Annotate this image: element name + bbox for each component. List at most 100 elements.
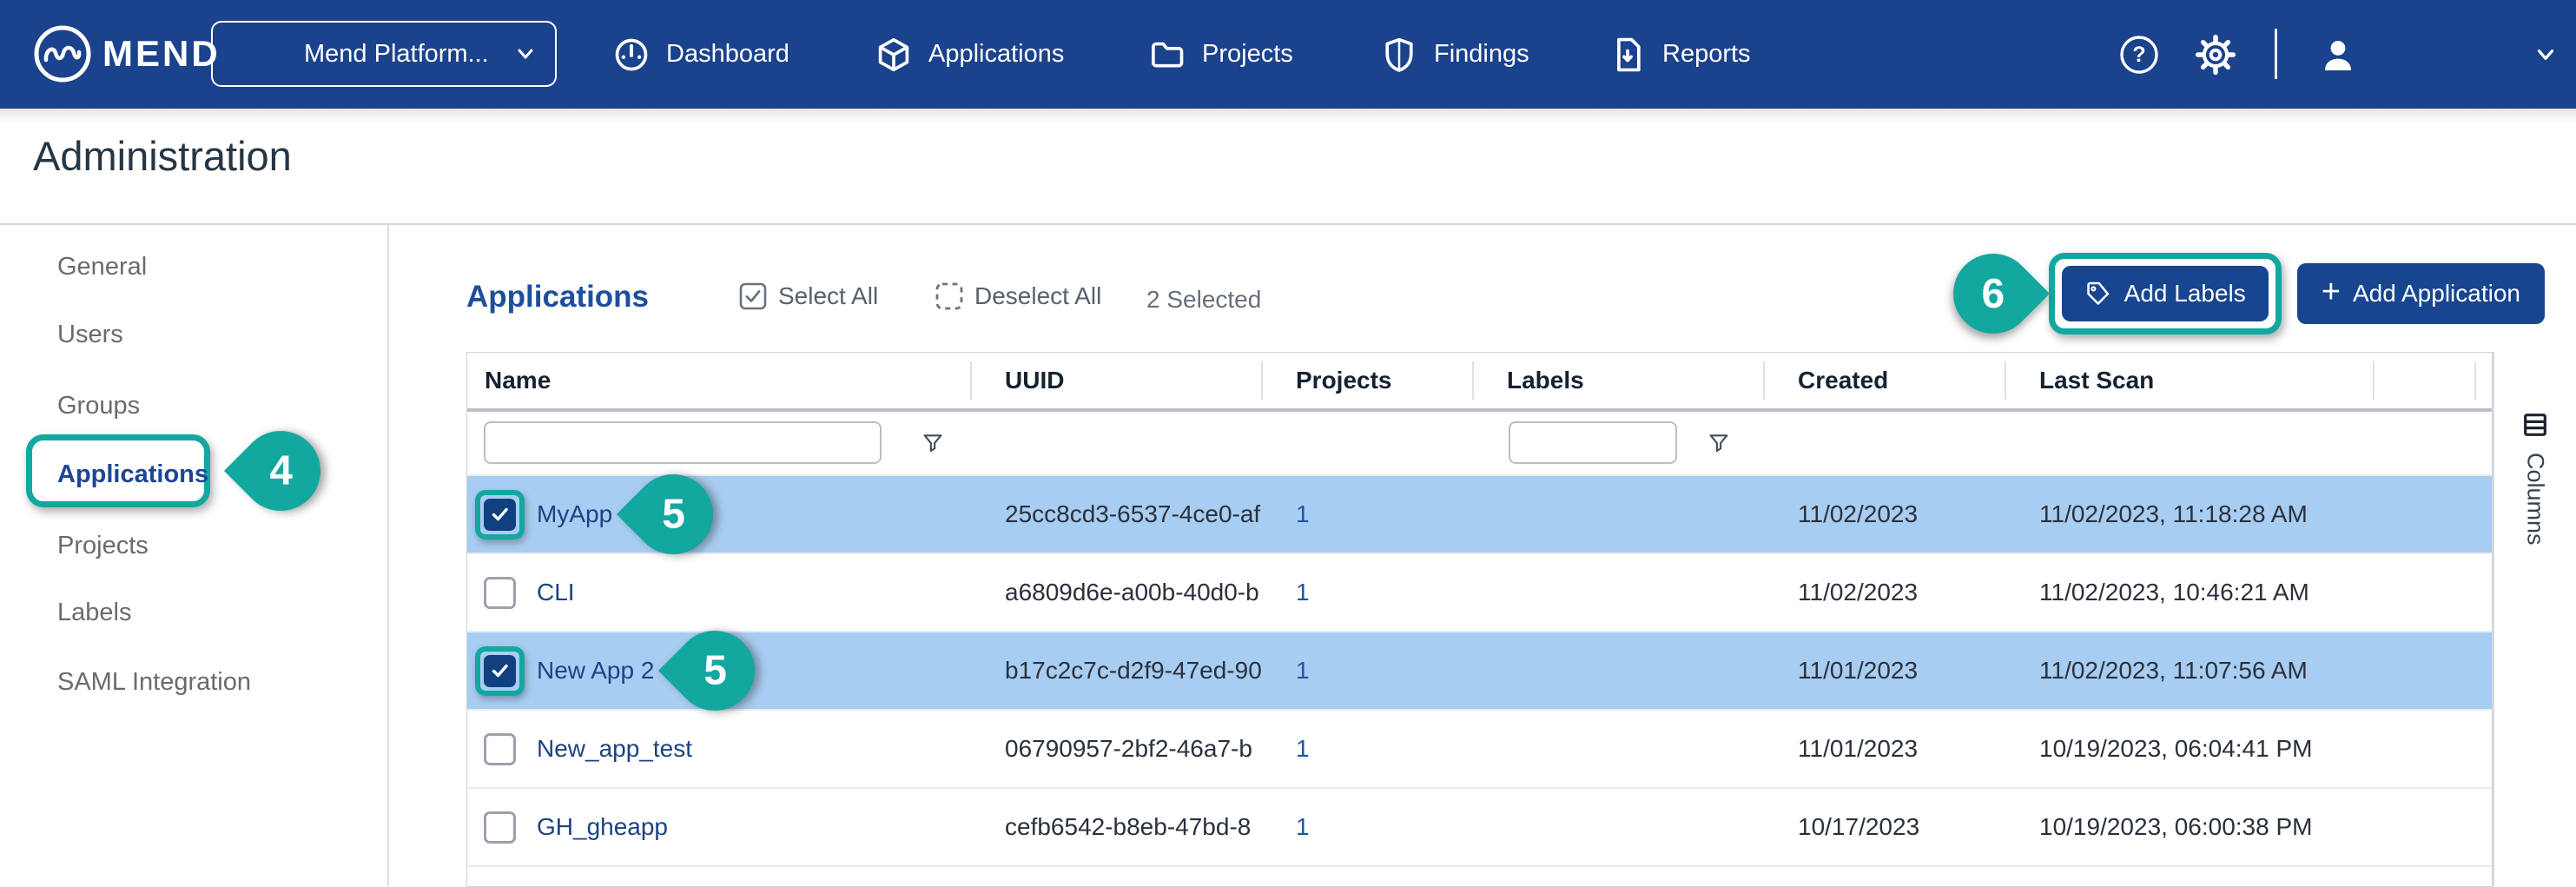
nav-item-findings[interactable]: Findings — [1380, 0, 1529, 109]
row-checkbox[interactable] — [484, 499, 516, 531]
settings-gear-icon — [2194, 33, 2237, 76]
checkbox-highlight-ring — [484, 811, 516, 844]
table-filter-row — [467, 412, 2492, 474]
help-icon: ? — [2118, 34, 2160, 76]
reports-document-icon — [1608, 36, 1647, 74]
cell-created: 11/01/2023 — [1765, 632, 2006, 709]
chevron-down-icon — [2533, 42, 2559, 68]
app-name-link[interactable]: New_app_test — [537, 735, 692, 763]
applications-heading: Applications — [466, 280, 649, 314]
row-checkbox[interactable] — [484, 811, 516, 844]
name-filter-input[interactable] — [484, 421, 882, 464]
applications-cube-icon — [875, 36, 913, 74]
app-name-link[interactable]: CLI — [537, 579, 575, 606]
org-logo-blurred — [221, 28, 290, 80]
user-icon — [2317, 34, 2359, 76]
tag-icon — [2084, 280, 2112, 308]
app-name-link[interactable]: New App 2 — [537, 657, 654, 685]
checkbox-highlight-ring — [484, 733, 516, 765]
add-application-button[interactable]: + Add Application — [2297, 263, 2545, 324]
cell-created: 10/17/2023 — [1765, 789, 2006, 865]
user-menu[interactable] — [2317, 0, 2559, 109]
nav-item-label: Projects — [1202, 40, 1293, 69]
table-row[interactable]: New_app_test 06790957-2bf2-46a7-b 1 11/0… — [467, 709, 2492, 787]
svg-text:?: ? — [2132, 43, 2145, 67]
nav-item-label: Dashboard — [666, 40, 789, 69]
sidebar-item-labels[interactable]: Labels — [57, 599, 131, 627]
cell-projects-link[interactable]: 1 — [1296, 579, 1310, 606]
mend-logo[interactable]: MEND — [33, 24, 221, 83]
sidebar-item-saml[interactable]: SAML Integration — [57, 668, 251, 697]
checkbox-highlight-ring — [484, 577, 516, 609]
sidebar-item-groups[interactable]: Groups — [57, 392, 140, 420]
app-name-link[interactable]: MyApp — [537, 500, 612, 528]
cell-projects-link[interactable]: 1 — [1296, 735, 1310, 763]
cell-extra — [2375, 632, 2492, 709]
cell-extra — [2375, 711, 2492, 787]
column-header-labels[interactable]: Labels — [1474, 353, 1765, 408]
filter-icon[interactable] — [1706, 430, 1732, 460]
row-checkbox[interactable] — [484, 655, 516, 687]
columns-panel-toggle[interactable]: Columns — [2493, 352, 2576, 886]
sidebar-item-general[interactable]: General — [57, 253, 147, 281]
nav-item-dashboard[interactable]: Dashboard — [612, 0, 789, 109]
add-labels-button[interactable]: Add Labels — [2062, 266, 2269, 321]
cell-created: 11/02/2023 — [1765, 476, 2006, 553]
table-row[interactable]: CLI a6809d6e-a00b-40d0-b 1 11/02/2023 11… — [467, 553, 2492, 631]
cell-projects-link[interactable]: 1 — [1296, 500, 1310, 528]
settings-button[interactable] — [2194, 0, 2237, 109]
sidebar-item-users[interactable]: Users — [57, 321, 123, 349]
column-header-uuid[interactable]: UUID — [972, 353, 1263, 408]
cell-labels — [1474, 789, 1765, 865]
sidebar-item-applications[interactable]: Applications — [57, 460, 208, 489]
column-header-lastscan[interactable]: Last Scan — [2006, 353, 2375, 408]
deselect-all-button[interactable]: Deselect All — [935, 281, 1101, 311]
cell-uuid: 25cc8cd3-6537-4ce0-af — [972, 476, 1263, 553]
column-header-projects[interactable]: Projects — [1263, 353, 1474, 408]
cell-labels — [1474, 632, 1765, 709]
cell-uuid: 06790957-2bf2-46a7-b — [972, 711, 1263, 787]
dashboard-icon — [612, 36, 651, 74]
callout-step-6: 6 — [1953, 254, 2033, 334]
row-checkbox[interactable] — [484, 733, 516, 765]
app-name-link[interactable]: GH_gheapp — [537, 813, 668, 841]
columns-panel-label: Columns — [2522, 453, 2549, 546]
cell-lastscan: 10/19/2023, 06:00:38 PM — [2006, 789, 2375, 865]
cell-uuid: a6809d6e-a00b-40d0-b — [972, 554, 1263, 631]
sidebar-item-projects[interactable]: Projects — [57, 532, 149, 560]
callout-step-5: 5 — [675, 631, 755, 711]
nav-item-applications[interactable]: Applications — [875, 0, 1064, 109]
add-application-label: Add Application — [2353, 280, 2520, 308]
cell-labels — [1474, 476, 1765, 553]
labels-filter-input[interactable] — [1509, 421, 1677, 464]
toolbar-actions: 6 Add Labels + Add Application — [1953, 251, 2545, 336]
filter-icon[interactable] — [920, 430, 946, 460]
organization-selector[interactable]: Mend Platform... — [211, 21, 557, 87]
chevron-down-icon — [513, 42, 538, 66]
table-bottom-filler — [467, 865, 2492, 887]
checkbox-highlight-ring — [475, 490, 525, 539]
column-header-name[interactable]: Name — [467, 353, 972, 408]
cell-extra — [2375, 476, 2492, 553]
row-checkbox[interactable] — [484, 577, 516, 609]
selected-count: 2 Selected — [1146, 286, 1261, 314]
nav-item-reports[interactable]: Reports — [1608, 0, 1751, 109]
table-row[interactable]: New App 2 5 b17c2c7c-d2f9-47ed-90 1 11/0… — [467, 631, 2492, 709]
findings-shield-icon — [1380, 36, 1418, 74]
applications-table: Name UUID Projects Labels Created Last S… — [466, 352, 2493, 887]
cell-lastscan: 11/02/2023, 11:07:56 AM — [2006, 632, 2375, 709]
table-row[interactable]: GH_gheapp cefb6542-b8eb-47bd-8 1 10/17/2… — [467, 787, 2492, 865]
cell-projects-link[interactable]: 1 — [1296, 813, 1310, 841]
cell-uuid: cefb6542-b8eb-47bd-8 — [972, 789, 1263, 865]
brand-wordmark: MEND — [102, 33, 221, 75]
table-row[interactable]: MyApp 5 25cc8cd3-6537-4ce0-af 1 11/02/20… — [467, 474, 2492, 553]
cell-projects-link[interactable]: 1 — [1296, 657, 1310, 685]
top-navbar: MEND Mend Platform... Dashboard Appl — [0, 0, 2576, 109]
cell-created: 11/01/2023 — [1765, 711, 2006, 787]
select-all-label: Select All — [778, 282, 878, 310]
nav-item-projects[interactable]: Projects — [1148, 0, 1293, 109]
help-button[interactable]: ? — [2118, 0, 2160, 109]
column-header-extra — [2375, 353, 2492, 408]
select-all-button[interactable]: Select All — [738, 281, 878, 311]
column-header-created[interactable]: Created — [1765, 353, 2006, 408]
